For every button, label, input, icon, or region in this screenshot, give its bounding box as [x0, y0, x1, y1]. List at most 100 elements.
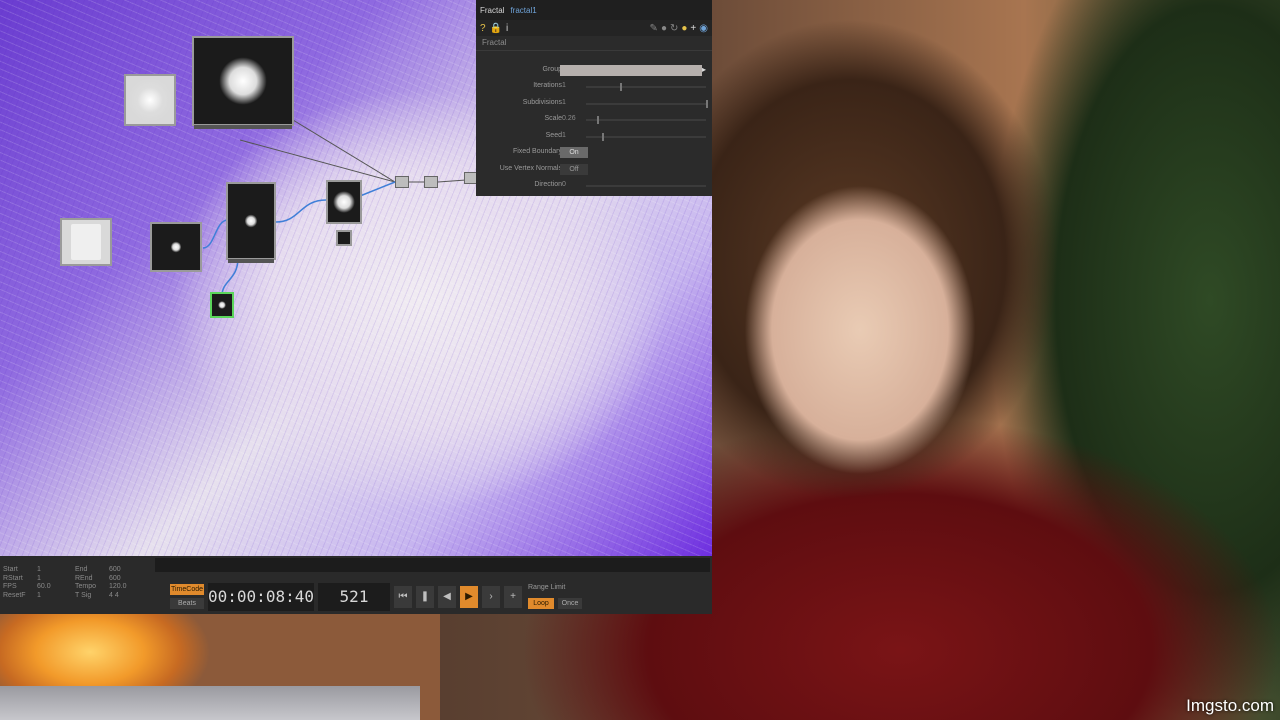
desk-surface — [0, 686, 420, 720]
param-row-seed[interactable]: Seed 1 — [476, 130, 712, 144]
param-label: Fixed Boundary — [512, 148, 562, 155]
stat-label: Start — [3, 566, 18, 573]
stat-label: FPS — [3, 583, 17, 590]
group-arrow-icon[interactable]: ▸ — [702, 65, 706, 74]
param-row-fixed-boundary[interactable]: Fixed Boundary On — [476, 146, 712, 160]
timecode-mode-button[interactable]: TimeCode — [170, 584, 204, 595]
once-button[interactable]: Once — [558, 598, 582, 609]
operator-type: Fractal — [480, 5, 505, 15]
node-flag-bar — [228, 259, 274, 263]
node-preview — [218, 301, 226, 309]
stat-label: RStart — [3, 574, 23, 582]
step-forward-icon[interactable]: › — [482, 586, 500, 608]
param-row-vertex-normals[interactable]: Use Vertex Normals Off — [476, 163, 712, 177]
range-limit-label: Range Limit — [528, 584, 566, 591]
fixed-boundary-toggle[interactable]: On — [560, 147, 588, 158]
param-label: Subdivisions — [522, 99, 562, 106]
slider-knob[interactable] — [602, 133, 604, 141]
refresh-icon[interactable]: ↻ — [670, 23, 678, 34]
loop-button[interactable]: Loop — [528, 598, 554, 609]
stat-label: T Sig — [75, 591, 92, 599]
watermark: Imgsto.com — [1186, 696, 1274, 715]
stat-label: REnd — [75, 574, 93, 582]
frame-display[interactable]: 521 — [318, 583, 390, 611]
stat-label: ResetF — [3, 591, 26, 599]
param-value[interactable]: 1 — [562, 132, 566, 139]
param-row-direction[interactable]: Direction 0 — [476, 179, 712, 193]
step-back-icon[interactable]: ◀ — [438, 586, 456, 608]
stat-value[interactable]: 1 — [37, 592, 51, 601]
node-preview — [219, 57, 267, 105]
param-value[interactable]: 1 — [562, 99, 566, 106]
tab-fractal[interactable]: Fractal — [476, 36, 712, 51]
param-row-iterations[interactable]: Iterations 1 — [476, 80, 712, 94]
node-noise-top[interactable] — [124, 74, 176, 126]
edit-icon[interactable]: ✎ — [650, 23, 658, 34]
slider-knob[interactable] — [706, 100, 708, 108]
node-geo-1[interactable] — [150, 222, 202, 272]
lock-icon[interactable]: 🔒 — [490, 23, 502, 34]
stat-label: Tempo — [75, 583, 97, 590]
stat-value[interactable]: 1 — [37, 566, 51, 575]
add-icon[interactable]: + — [690, 23, 696, 34]
direction-slider[interactable] — [586, 185, 706, 187]
beats-mode-button[interactable]: Beats — [170, 598, 204, 609]
add-keyframe-icon[interactable]: + — [504, 586, 522, 608]
node-selected-small[interactable] — [210, 292, 234, 318]
param-value[interactable]: 0 — [562, 181, 566, 188]
iterations-slider[interactable] — [586, 86, 706, 88]
rewind-icon[interactable]: ⏮ — [394, 586, 412, 608]
node-preview — [333, 191, 355, 213]
param-row-scale[interactable]: Scale 0.26 — [476, 113, 712, 127]
seed-slider[interactable] — [586, 136, 706, 138]
stat-value[interactable]: 600 — [109, 566, 127, 575]
timeline-bar[interactable]: Start RStart FPS ResetF 1 1 60.0 1 End R… — [0, 556, 712, 614]
bulb-icon[interactable]: ● — [681, 23, 687, 34]
param-row-subdivisions[interactable]: Subdivisions 1 — [476, 97, 712, 111]
param-label: Direction — [534, 181, 562, 188]
pause-icon[interactable]: ❚ — [416, 586, 434, 608]
python-icon[interactable]: ● — [661, 23, 667, 34]
operator-name[interactable]: fractal1 — [510, 6, 536, 15]
node-preview — [171, 241, 181, 253]
node-small-below-fractal[interactable] — [336, 230, 352, 246]
play-icon[interactable]: ▶ — [460, 586, 478, 608]
param-label: Iterations — [533, 82, 562, 89]
node-null-2[interactable] — [424, 176, 438, 188]
node-flag-bar — [194, 125, 292, 129]
group-field[interactable] — [560, 65, 702, 76]
node-constant[interactable] — [60, 218, 112, 266]
settings-icon[interactable]: ◉ — [699, 23, 708, 34]
stat-value[interactable]: 120.0 — [109, 583, 127, 592]
node-fractal[interactable] — [326, 180, 362, 224]
node-preview — [245, 214, 257, 228]
stat-value[interactable]: 1 — [37, 575, 51, 584]
stat-value[interactable]: 60.0 — [37, 583, 51, 592]
help-icon[interactable]: ? — [480, 23, 486, 34]
node-geo-2[interactable] — [226, 182, 276, 263]
param-label: Use Vertex Normals — [499, 165, 562, 172]
node-preview — [128, 78, 172, 122]
stat-value[interactable]: 4 4 — [109, 592, 127, 601]
subdivisions-slider[interactable] — [586, 103, 706, 105]
slider-knob[interactable] — [620, 83, 622, 91]
param-value[interactable]: 1 — [562, 82, 566, 89]
parameter-panel[interactable]: Fractal fractal1 ? 🔒 i ✎ ● ↻ ● + ◉ Fract… — [476, 0, 712, 196]
node-render-preview[interactable] — [192, 36, 294, 129]
param-label: Scale — [544, 115, 562, 122]
vertex-normals-toggle[interactable]: Off — [560, 164, 588, 175]
param-label: Seed — [545, 132, 562, 139]
stat-label: End — [75, 566, 88, 573]
slider-knob[interactable] — [597, 116, 599, 124]
parameter-titlebar: Fractal fractal1 — [476, 0, 712, 20]
timecode-display[interactable]: 00:00:08:40 — [208, 583, 314, 611]
timeline-ruler[interactable] — [155, 558, 710, 572]
param-value[interactable]: 0.26 — [562, 115, 576, 122]
info-icon[interactable]: i — [506, 23, 508, 34]
param-row-group[interactable]: Group ▸ — [476, 64, 712, 78]
scale-slider[interactable] — [586, 119, 706, 121]
node-null-1[interactable] — [395, 176, 409, 188]
parameter-icon-row: ? 🔒 i ✎ ● ↻ ● + ◉ — [476, 20, 712, 36]
node-preview — [71, 224, 101, 260]
stat-value[interactable]: 600 — [109, 575, 127, 584]
